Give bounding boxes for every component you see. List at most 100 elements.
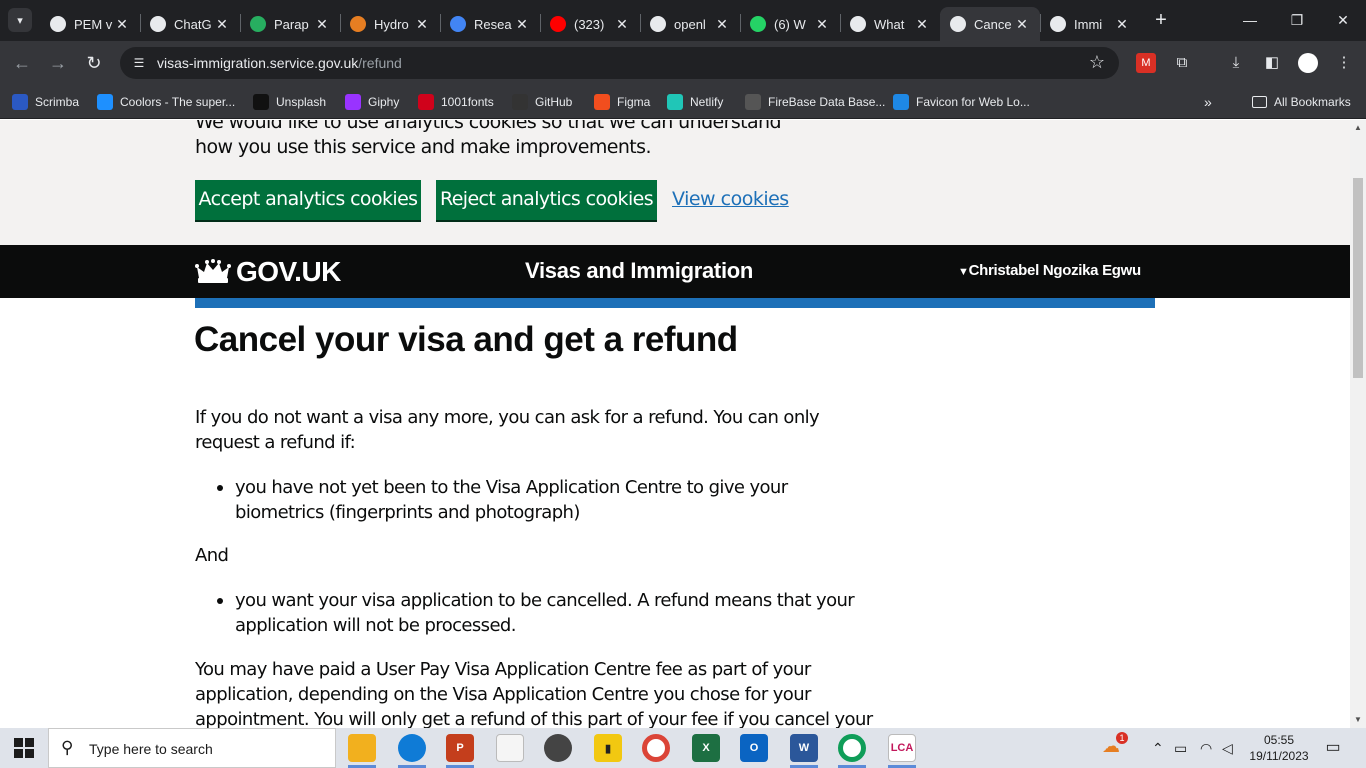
restore-button[interactable]: ❐	[1285, 8, 1309, 32]
hydro-icon	[350, 16, 366, 32]
address-bar[interactable]: ☰ visas-immigration.service.gov.uk/refun…	[120, 47, 1119, 79]
view-cookies-link[interactable]: View cookies	[672, 188, 789, 210]
taskbar-search[interactable]: ⚲ Type here to search	[48, 728, 336, 768]
bookmark-item[interactable]: 1001fonts	[418, 92, 494, 112]
bookmark-label: Favicon for Web Lo...	[916, 95, 1030, 109]
more-bookmarks-icon[interactable]: »	[1204, 92, 1212, 112]
system-clock[interactable]: 05:55 19/11/2023	[1244, 732, 1314, 764]
download-icon[interactable]: ⤓	[1226, 53, 1246, 73]
user-menu[interactable]: ▼Christabel Ngozika Egwu	[958, 262, 1141, 279]
tab-close-icon[interactable]: ✕	[714, 16, 730, 33]
tray-chevron-icon[interactable]: ⌃	[1152, 740, 1164, 757]
clock-date: 19/11/2023	[1249, 749, 1309, 763]
bookmark-item[interactable]: Favicon for Web Lo...	[893, 92, 1030, 112]
tab-close-icon[interactable]: ✕	[1014, 16, 1030, 33]
windows-start-icon[interactable]	[14, 738, 34, 758]
chrome-icon[interactable]	[838, 734, 866, 762]
close-window-button[interactable]: ✕	[1331, 8, 1355, 32]
windows-taskbar: ⚲ Type here to search P ▮ X O W LCA ☁ 1 …	[0, 728, 1366, 768]
tab-close-icon[interactable]: ✕	[214, 16, 230, 33]
tab-close-icon[interactable]: ✕	[914, 16, 930, 33]
bookmark-item[interactable]: Coolors - The super...	[97, 92, 235, 112]
govuk-logo[interactable]: GOV.UK	[195, 256, 341, 288]
bookmark-star-icon[interactable]: ☆	[1089, 52, 1105, 73]
profile-avatar[interactable]	[1298, 53, 1318, 73]
word-icon[interactable]: W	[790, 734, 818, 762]
page-title: Cancel your visa and get a refund	[194, 320, 738, 359]
bookmark-label: Coolors - The super...	[120, 95, 236, 109]
bookmark-item[interactable]: Figma	[594, 92, 650, 112]
wifi-icon[interactable]: ◠	[1200, 740, 1212, 757]
excel-icon[interactable]: X	[692, 734, 720, 762]
edge-icon[interactable]	[398, 734, 426, 762]
bookmark-item[interactable]: Scrimba	[12, 92, 79, 112]
tab-2[interactable]: Parap ✕	[240, 7, 340, 41]
accept-cookies-button[interactable]: Accept analytics cookies	[195, 180, 421, 220]
tab-close-icon[interactable]: ✕	[614, 16, 630, 33]
scroll-thumb[interactable]	[1353, 178, 1363, 378]
tab-9[interactable]: Cance ✕	[940, 7, 1040, 41]
outlook-icon[interactable]: O	[740, 734, 768, 762]
tab-1[interactable]: ChatG ✕	[140, 7, 240, 41]
bookmark-item[interactable]: Netlify	[667, 92, 723, 112]
side-panel-icon[interactable]: ◧	[1262, 53, 1282, 73]
volume-icon[interactable]: ◁	[1222, 740, 1233, 757]
bookmark-item[interactable]: Unsplash	[253, 92, 326, 112]
lca-app-icon[interactable]: LCA	[888, 734, 916, 762]
powerpoint-icon[interactable]: P	[446, 734, 474, 762]
bookmark-label: 1001fonts	[441, 95, 494, 109]
scroll-up-icon[interactable]: ▲	[1350, 120, 1366, 136]
extension-icon[interactable]: M	[1136, 53, 1156, 73]
whatsapp-icon	[750, 16, 766, 32]
tab-label: Immi	[1074, 16, 1103, 32]
all-bookmarks-button[interactable]: All Bookmarks	[1252, 92, 1351, 112]
tab-0[interactable]: PEM v ✕	[40, 7, 140, 41]
tab-10[interactable]: Immi ✕	[1040, 7, 1140, 41]
tab-close-icon[interactable]: ✕	[414, 16, 430, 33]
bookmark-label: FireBase Data Base...	[768, 95, 886, 109]
extensions-puzzle-icon[interactable]: ⧉	[1172, 53, 1192, 73]
figma-icon	[594, 94, 610, 110]
tab-close-icon[interactable]: ✕	[814, 16, 830, 33]
reject-cookies-button[interactable]: Reject analytics cookies	[436, 180, 657, 220]
whatsapp-icon[interactable]	[544, 734, 572, 762]
powerbi-icon[interactable]: ▮	[594, 734, 622, 762]
service-name[interactable]: Visas and Immigration	[525, 258, 753, 284]
tab-close-icon[interactable]: ✕	[314, 16, 330, 33]
tab-close-icon[interactable]: ✕	[1114, 16, 1130, 33]
list-item: you want your visa application to be can…	[215, 588, 855, 638]
notepad-icon[interactable]	[496, 734, 524, 762]
tab-close-icon[interactable]: ✕	[514, 16, 530, 33]
minimize-button[interactable]: —	[1238, 8, 1262, 32]
user-name: Christabel Ngozika Egwu	[968, 262, 1142, 279]
list-item: you have not yet been to the Visa Applic…	[215, 475, 855, 525]
tab-5[interactable]: (323) ✕	[540, 7, 640, 41]
tab-7[interactable]: (6) W ✕	[740, 7, 840, 41]
tab-3[interactable]: Hydro ✕	[340, 7, 440, 41]
back-button[interactable]: ←	[10, 51, 34, 75]
page-scrollbar[interactable]: ▲ ▼	[1350, 120, 1366, 728]
tab-4[interactable]: Resea ✕	[440, 7, 540, 41]
bookmark-item[interactable]: GitHub	[512, 92, 572, 112]
tab-8[interactable]: What ✕	[840, 7, 940, 41]
file-explorer-icon[interactable]	[348, 734, 376, 762]
notification-icon[interactable]: ▭	[1322, 737, 1344, 759]
url-text[interactable]: visas-immigration.service.gov.uk/refund	[157, 55, 402, 71]
bookmark-item[interactable]: Giphy	[345, 92, 399, 112]
reload-button[interactable]: ↻	[82, 51, 106, 75]
youtube-icon	[550, 16, 566, 32]
tab-search-button[interactable]: ▾	[8, 8, 32, 32]
search-icon: ⚲	[61, 738, 74, 757]
folder-icon	[1252, 96, 1267, 108]
site-info-icon[interactable]: ☰	[130, 54, 148, 72]
forward-button[interactable]: →	[46, 51, 70, 75]
bookmark-item[interactable]: FireBase Data Base...	[745, 92, 885, 112]
tab-close-icon[interactable]: ✕	[114, 16, 130, 33]
chrome-icon[interactable]	[642, 734, 670, 762]
battery-icon[interactable]: ▭	[1174, 740, 1187, 757]
cookie-banner: We would like to use analytics cookies s…	[0, 120, 1350, 245]
new-tab-button[interactable]: +	[1152, 9, 1170, 31]
browser-menu-icon[interactable]: ⋮	[1334, 53, 1354, 73]
tab-6[interactable]: openl ✕	[640, 7, 740, 41]
scroll-down-icon[interactable]: ▼	[1350, 712, 1366, 728]
